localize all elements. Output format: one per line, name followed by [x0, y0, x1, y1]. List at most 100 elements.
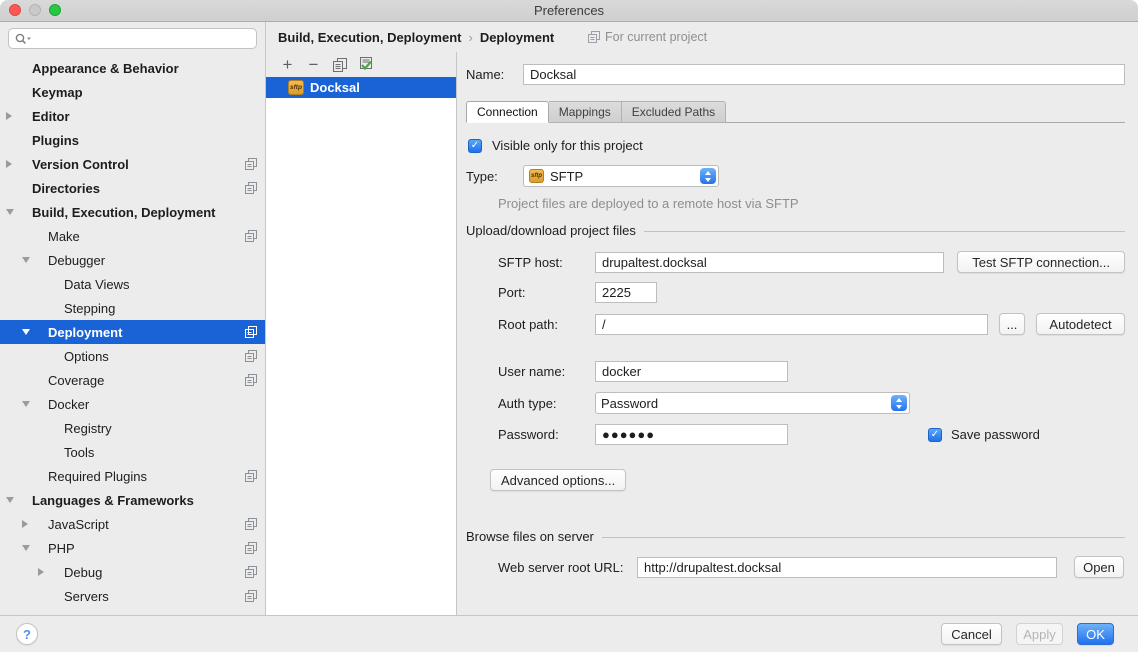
sidebar-item-plugins[interactable]: Plugins — [0, 128, 265, 152]
apply-button[interactable]: Apply — [1016, 623, 1063, 645]
server-list-item-docksal[interactable]: sftp Docksal — [266, 77, 456, 98]
tree-spacer — [38, 423, 54, 433]
browse-root-path-button[interactable]: ... — [999, 313, 1025, 335]
visible-only-label: Visible only for this project — [492, 138, 643, 153]
sidebar-item-build-execution-deployment[interactable]: Build, Execution, Deployment — [0, 200, 265, 224]
autodetect-button[interactable]: Autodetect — [1036, 313, 1125, 335]
copy-icon — [333, 58, 347, 72]
breadcrumb-category[interactable]: Build, Execution, Deployment — [278, 30, 461, 45]
password-input[interactable] — [595, 424, 788, 445]
cancel-button[interactable]: Cancel — [941, 623, 1002, 645]
help-button[interactable]: ? — [16, 623, 38, 645]
search-input[interactable] — [35, 31, 250, 47]
port-input[interactable] — [595, 282, 657, 303]
search-options-caret-icon — [27, 37, 31, 40]
name-input[interactable] — [523, 64, 1125, 85]
sidebar-item-editor[interactable]: Editor — [0, 104, 265, 128]
sidebar-item-stepping[interactable]: Stepping — [0, 296, 265, 320]
auth-type-select[interactable]: Password — [595, 392, 910, 414]
web-root-input[interactable] — [637, 557, 1057, 578]
titlebar: Preferences — [0, 0, 1138, 22]
type-label: Type: — [466, 169, 523, 184]
sidebar-item-docker[interactable]: Docker — [0, 392, 265, 416]
sidebar-item-coverage[interactable]: Coverage — [0, 368, 265, 392]
project-scope-icon — [245, 374, 257, 386]
project-scope-icon — [245, 590, 257, 602]
use-as-default-button[interactable] — [357, 56, 374, 73]
type-hint: Project files are deployed to a remote h… — [498, 196, 1125, 211]
test-sftp-connection-button[interactable]: Test SFTP connection... — [957, 251, 1125, 273]
upload-section-header: Upload/download project files — [466, 223, 1125, 238]
search-field[interactable] — [8, 28, 257, 49]
server-list: sftp Docksal — [266, 77, 456, 615]
sidebar-item-required-plugins[interactable]: Required Plugins — [0, 464, 265, 488]
chevron-right-icon[interactable] — [22, 519, 38, 529]
chevron-right-icon[interactable] — [38, 567, 54, 577]
window-title: Preferences — [534, 3, 604, 18]
chevron-down-icon[interactable] — [22, 543, 38, 553]
project-scope-icon — [245, 470, 257, 482]
server-name: Docksal — [310, 80, 360, 95]
password-label: Password: — [498, 427, 595, 442]
type-select[interactable]: sftp SFTP — [523, 165, 719, 187]
user-name-label: User name: — [498, 364, 595, 379]
sidebar-item-data-views[interactable]: Data Views — [0, 272, 265, 296]
chevron-down-icon[interactable] — [6, 495, 22, 505]
sidebar-item-javascript[interactable]: JavaScript — [0, 512, 265, 536]
chevron-right-icon[interactable] — [6, 159, 22, 169]
sidebar-item-version-control[interactable]: Version Control — [0, 152, 265, 176]
user-name-input[interactable] — [595, 361, 788, 382]
tab-mappings[interactable]: Mappings — [549, 101, 622, 123]
chevron-down-icon[interactable] — [22, 327, 38, 337]
chevron-down-icon[interactable] — [6, 207, 22, 217]
zoom-window-button[interactable] — [49, 4, 61, 16]
sidebar-item-deployment[interactable]: Deployment — [0, 320, 265, 344]
chevron-down-icon[interactable] — [22, 255, 38, 265]
minimize-window-button — [29, 4, 41, 16]
sidebar-item-appearance-behavior[interactable]: Appearance & Behavior — [0, 56, 265, 80]
sidebar-item-tools[interactable]: Tools — [0, 440, 265, 464]
tree-spacer — [6, 183, 22, 193]
sidebar-item-keymap[interactable]: Keymap — [0, 80, 265, 104]
tree-spacer — [6, 135, 22, 145]
save-password-checkbox[interactable] — [928, 428, 942, 442]
sidebar-item-options[interactable]: Options — [0, 344, 265, 368]
close-window-button[interactable] — [9, 4, 21, 16]
open-button[interactable]: Open — [1074, 556, 1124, 578]
server-list-panel: + − sftp Docksal — [266, 52, 456, 615]
sidebar-item-debugger[interactable]: Debugger — [0, 248, 265, 272]
project-scope-icon — [245, 566, 257, 578]
scope-label: For current project — [605, 30, 707, 44]
sidebar-item-registry[interactable]: Registry — [0, 416, 265, 440]
traffic-lights — [9, 4, 61, 16]
add-server-button[interactable]: + — [279, 56, 296, 73]
ok-button[interactable]: OK — [1077, 623, 1114, 645]
root-path-input[interactable] — [595, 314, 988, 335]
advanced-options-button[interactable]: Advanced options... — [490, 469, 626, 491]
sidebar-item-debug[interactable]: Debug — [0, 560, 265, 584]
save-password-label: Save password — [951, 427, 1040, 442]
sidebar-item-languages-frameworks[interactable]: Languages & Frameworks — [0, 488, 265, 512]
sidebar-item-php[interactable]: PHP — [0, 536, 265, 560]
section-rule — [644, 231, 1125, 232]
copy-server-button[interactable] — [331, 56, 348, 73]
sidebar-item-make[interactable]: Make — [0, 224, 265, 248]
upload-section-title: Upload/download project files — [466, 223, 636, 238]
remove-server-button[interactable]: − — [305, 56, 322, 73]
browse-section-header: Browse files on server — [466, 529, 1125, 544]
chevron-right-icon[interactable] — [6, 111, 22, 121]
tree-spacer — [38, 303, 54, 313]
visible-only-checkbox[interactable] — [468, 139, 482, 153]
tree-spacer — [6, 87, 22, 97]
sidebar-item-directories[interactable]: Directories — [0, 176, 265, 200]
name-label: Name: — [466, 67, 523, 82]
sidebar-item-servers[interactable]: Servers — [0, 584, 265, 608]
project-scope-icon — [245, 326, 257, 338]
tab-excluded-paths[interactable]: Excluded Paths — [622, 101, 726, 123]
scope-indicator: For current project — [588, 22, 707, 52]
dropdown-stepper-icon — [700, 168, 716, 184]
sftp-host-input[interactable] — [595, 252, 944, 273]
web-root-label: Web server root URL: — [498, 560, 637, 575]
tab-connection[interactable]: Connection — [466, 101, 549, 123]
chevron-down-icon[interactable] — [22, 399, 38, 409]
